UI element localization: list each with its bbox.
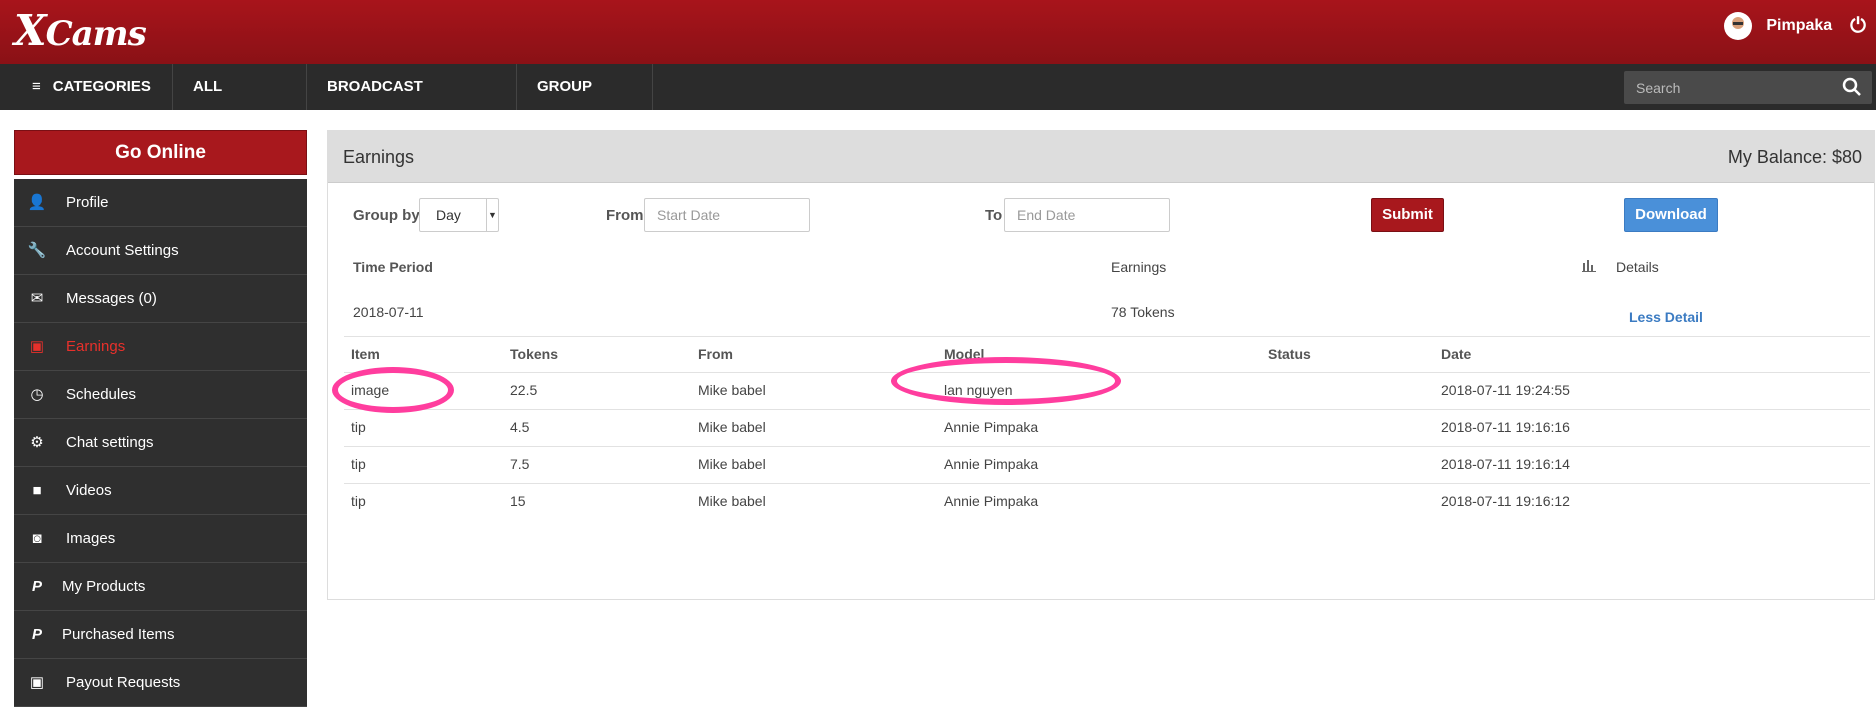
cell-item: tip — [351, 456, 366, 472]
cell-model: Annie Pimpaka — [944, 456, 1039, 472]
paypal-icon: P — [31, 578, 42, 595]
cell-from: Mike babel — [698, 493, 766, 509]
sidebar-item-account-settings[interactable]: 🔧 Account Settings — [14, 227, 307, 275]
col-tokens: Tokens — [510, 346, 558, 362]
bar-chart-icon — [1582, 260, 1596, 272]
video-camera-icon: ■ — [32, 482, 42, 499]
main-nav: ≡CATEGORIES ALL MODELS BROADCAST YOURSEL… — [0, 64, 1876, 141]
cell-model: Annie Pimpaka — [944, 493, 1039, 509]
summary-earnings: 78 Tokens — [1111, 304, 1175, 320]
gears-icon: ⚙ — [30, 434, 44, 451]
search-icon[interactable] — [1842, 77, 1862, 97]
balance-text: My Balance: $80 — [1727, 147, 1862, 167]
avatar[interactable] — [1724, 12, 1753, 40]
money-icon: ▣ — [29, 674, 45, 691]
cell-item: tip — [351, 493, 366, 509]
search-input[interactable]: Search — [1624, 71, 1872, 104]
summary-period: 2018-07-11 — [353, 304, 424, 320]
nav-categories[interactable]: ≡ CATEGORIES — [0, 64, 173, 110]
cell-date: 2018-07-11 19:16:16 — [1441, 419, 1570, 435]
cell-item: tip — [351, 419, 366, 435]
caret-down-icon: ▼ — [486, 199, 498, 231]
clock-icon: ◷ — [30, 386, 44, 403]
user-icon: 👤 — [27, 194, 47, 211]
start-date-input[interactable]: Start Date — [644, 198, 810, 232]
panel-title: Earnings — [343, 147, 415, 167]
end-date-input[interactable]: End Date — [1004, 198, 1170, 232]
sidebar-item-purchased-items[interactable]: P Purchased Items — [14, 611, 307, 659]
earnings-header: Earnings — [1111, 259, 1167, 275]
nav-broadcast-yourself[interactable]: BROADCAST YOURSELF — [307, 64, 517, 141]
divider — [344, 483, 1870, 484]
top-bar: XCams Pimpaka ⏻ — [0, 0, 1876, 64]
details-header: Details — [1616, 259, 1659, 275]
sidebar-item-messages[interactable]: ✉ Messages (0) — [14, 275, 307, 323]
sidebar-item-schedules[interactable]: ◷ Schedules — [14, 371, 307, 419]
go-online-button[interactable]: Go Online — [14, 130, 307, 175]
site-logo[interactable]: XCams — [14, 6, 147, 55]
from-label: From — [606, 207, 644, 224]
to-label: To — [985, 207, 1003, 224]
submit-button[interactable]: Submit — [1371, 198, 1444, 232]
panel-header: Earnings My Balance: $80 — [328, 131, 1874, 183]
sidebar-item-videos[interactable]: ■ Videos — [14, 467, 307, 515]
username[interactable]: Pimpaka — [1766, 17, 1832, 35]
col-status: Status — [1268, 346, 1311, 362]
cell-model: Annie Pimpaka — [944, 419, 1039, 435]
user-menu[interactable]: Pimpaka ⏻ — [1724, 12, 1866, 40]
cell-date: 2018-07-11 19:16:14 — [1441, 456, 1570, 472]
annotation-circle-model — [891, 357, 1121, 405]
time-period-header: Time Period — [353, 259, 433, 275]
nav-group-chat[interactable]: GROUP CHAT — [517, 64, 653, 141]
sidebar-item-payout-requests[interactable]: ▣ Payout Requests — [14, 659, 307, 707]
cell-tokens: 22.5 — [510, 382, 538, 398]
cell-from: Mike babel — [698, 382, 766, 398]
sidebar-item-my-products[interactable]: P My Products — [14, 563, 307, 611]
cell-from: Mike babel — [698, 419, 766, 435]
col-item: Item — [351, 346, 380, 362]
nav-all-models[interactable]: ALL MODELS — [173, 64, 307, 141]
sidebar-item-earnings[interactable]: ▣ Earnings — [14, 323, 307, 371]
cell-date: 2018-07-11 19:16:12 — [1441, 493, 1570, 509]
money-icon: ▣ — [29, 338, 45, 355]
divider — [344, 336, 1870, 337]
wrench-icon: 🔧 — [27, 242, 47, 259]
cell-tokens: 4.5 — [510, 419, 530, 435]
less-detail-link[interactable]: Less Detail — [1629, 309, 1703, 325]
sidebar-item-profile[interactable]: 👤 Profile — [14, 179, 307, 227]
group-by-select[interactable]: Day ▼ — [419, 198, 499, 232]
earnings-panel: Earnings My Balance: $80 Group by Day ▼ … — [327, 130, 1875, 600]
col-from: From — [698, 346, 733, 362]
download-button[interactable]: Download — [1624, 198, 1718, 232]
cell-from: Mike babel — [698, 456, 766, 472]
power-icon[interactable]: ⏻ — [1850, 15, 1866, 38]
camera-icon: ◙ — [32, 530, 42, 547]
cell-tokens: 15 — [510, 493, 526, 509]
sidebar-item-images[interactable]: ◙ Images — [14, 515, 307, 563]
envelope-icon: ✉ — [30, 290, 44, 307]
sidebar: Go Online 👤 Profile 🔧 Account Settings ✉ Me… — [14, 130, 307, 707]
divider — [344, 446, 1870, 447]
sidebar-item-chat-settings[interactable]: ⚙ Chat settings — [14, 419, 307, 467]
divider — [344, 409, 1870, 410]
search-placeholder: Search — [1636, 80, 1681, 96]
paypal-icon: P — [31, 626, 42, 643]
cell-date: 2018-07-11 19:24:55 — [1441, 382, 1570, 398]
cell-tokens: 7.5 — [510, 456, 530, 472]
group-by-label: Group by — [353, 207, 420, 224]
annotation-circle-item — [332, 367, 454, 413]
col-date: Date — [1441, 346, 1472, 362]
hamburger-icon: ≡ — [32, 78, 41, 95]
